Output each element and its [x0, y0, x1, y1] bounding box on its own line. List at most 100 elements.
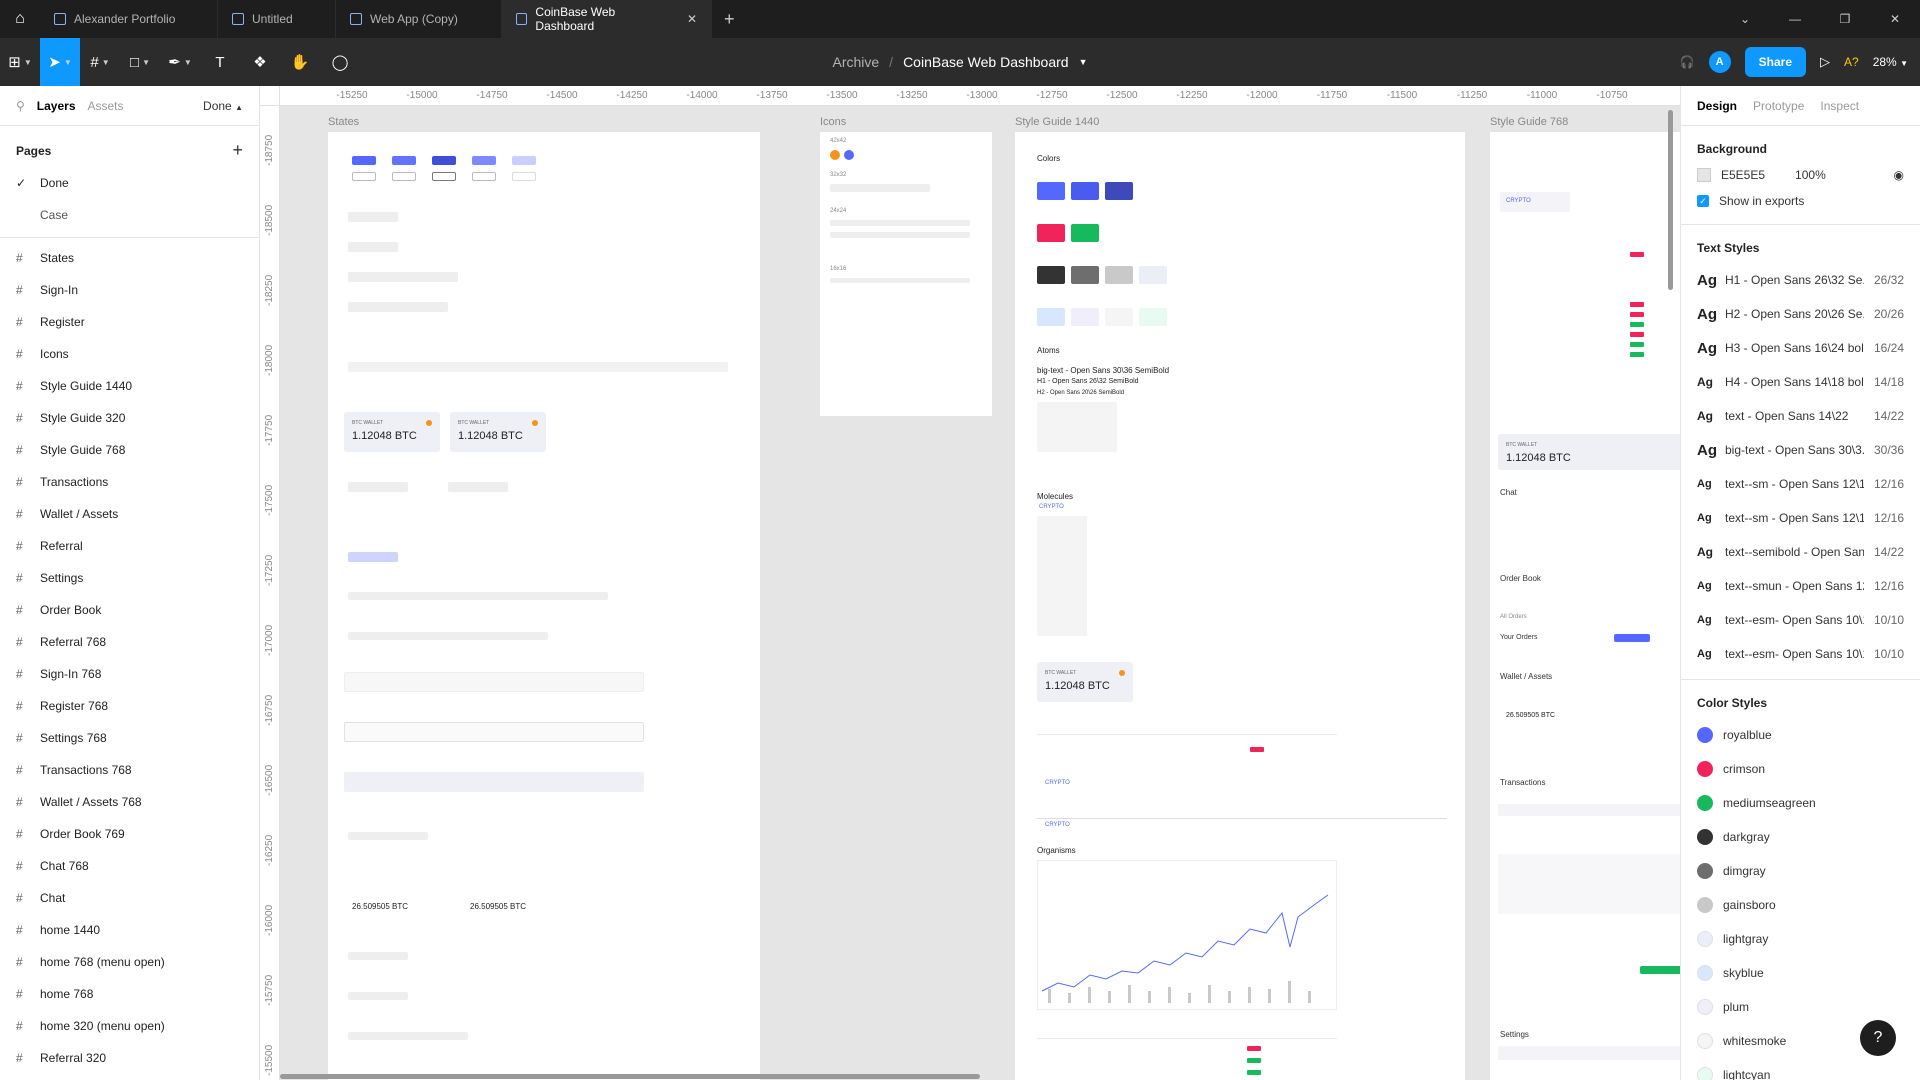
tab-assets[interactable]: Assets [88, 99, 124, 113]
frame-list-item[interactable]: # Register [0, 306, 259, 338]
breadcrumb-file[interactable]: CoinBase Web Dashboard [903, 54, 1069, 70]
frame-list-item[interactable]: # Style Guide 1440 [0, 370, 259, 402]
share-button[interactable]: Share [1744, 47, 1807, 77]
accessibility-badge[interactable]: A? [1844, 55, 1859, 69]
breadcrumb-project[interactable]: Archive [832, 54, 879, 70]
close-icon[interactable]: ✕ [687, 12, 697, 26]
tab-layers[interactable]: Layers [37, 99, 76, 113]
show-in-exports-row[interactable]: ✓ Show in exports [1681, 186, 1920, 225]
design-canvas[interactable]: States BTC WALLET 1.12048 BTC BTC WALLET… [280, 106, 1680, 1080]
comment-tool-button[interactable]: ◯ [320, 38, 360, 86]
headphones-icon[interactable]: 🎧 [1680, 55, 1695, 69]
frame-list-item[interactable]: # Chat 768 [0, 850, 259, 882]
done-dropdown[interactable]: Done ▲ [203, 99, 243, 113]
page-item-done[interactable]: ✓ Done [0, 167, 259, 199]
color-style-item[interactable]: royalblue [1681, 718, 1920, 752]
frame-icons[interactable]: 42x42 32x32 24x24 16x16 [820, 132, 992, 416]
color-style-item[interactable]: skyblue [1681, 956, 1920, 990]
frame-list-item[interactable]: # Referral 768 [0, 626, 259, 658]
pen-tool-button[interactable]: ✒ ▼ [160, 38, 200, 86]
move-tool-button[interactable]: ➤ ▼ [40, 38, 80, 86]
background-opacity-input[interactable]: 100% [1795, 168, 1826, 182]
vertical-scrollbar[interactable] [1668, 110, 1676, 290]
frame-list-item[interactable]: # Icons [0, 338, 259, 370]
text-style-item[interactable]: Ag text--sm - Open Sans 12\1... 12/16 [1681, 501, 1920, 535]
main-menu-button[interactable]: ⊞ ▼ [0, 38, 40, 86]
restore-icon[interactable]: ❐ [1820, 0, 1870, 38]
text-style-item[interactable]: Ag H4 - Open Sans 14\18 bold 14/18 [1681, 365, 1920, 399]
background-swatch[interactable] [1697, 168, 1711, 182]
frame-states[interactable]: BTC WALLET 1.12048 BTC BTC WALLET 1.1204… [328, 132, 760, 1080]
close-window-icon[interactable]: ✕ [1870, 0, 1920, 38]
avatar[interactable]: A [1708, 51, 1731, 73]
horizontal-scrollbar[interactable] [280, 1072, 980, 1080]
frame-list-item[interactable]: # home 320 (menu open) [0, 1010, 259, 1042]
add-page-icon[interactable]: + [232, 140, 243, 161]
frame-list-item[interactable]: # Style Guide 320 [0, 402, 259, 434]
minimize-icon[interactable]: — [1770, 0, 1820, 38]
frame-list-item[interactable]: # Chat [0, 882, 259, 914]
color-style-item[interactable]: crimson [1681, 752, 1920, 786]
text-style-item[interactable]: Ag text--esm- Open Sans 10\1... 10/10 [1681, 603, 1920, 637]
scrollbar-thumb[interactable] [280, 1074, 980, 1079]
shape-tool-button[interactable]: □ ▼ [120, 38, 160, 86]
home-icon[interactable]: ⌂ [0, 0, 40, 38]
frame-list-item[interactable]: # Transactions 768 [0, 754, 259, 786]
tab-alexander-portfolio[interactable]: Alexander Portfolio [40, 0, 218, 38]
frame-title-states[interactable]: States [328, 116, 359, 128]
frame-list-item[interactable]: # home 768 (menu open) [0, 946, 259, 978]
frame-style-guide-1440[interactable]: Colors Atoms big-text - Open Sans 30\36 … [1015, 132, 1465, 1080]
frame-list-item[interactable]: # Referral 320 [0, 1042, 259, 1074]
color-style-item[interactable]: mediumseagreen [1681, 786, 1920, 820]
tab-inspect[interactable]: Inspect [1820, 99, 1859, 113]
hand-tool-button[interactable]: ✋ [280, 38, 320, 86]
components-button[interactable]: ❖ [240, 38, 280, 86]
present-icon[interactable]: ▷ [1820, 54, 1830, 70]
tab-coinbase-web-dashboard[interactable]: CoinBase Web Dashboard ✕ [502, 0, 712, 38]
frame-list-item[interactable]: # States [0, 242, 259, 274]
text-style-item[interactable]: Ag text--esm- Open Sans 10\10 10/10 [1681, 637, 1920, 671]
frame-list-item[interactable]: # Sign-In 768 [0, 658, 259, 690]
tab-prototype[interactable]: Prototype [1753, 99, 1804, 113]
frame-list-item[interactable]: # Register 768 [0, 690, 259, 722]
show-in-exports-checkbox[interactable]: ✓ [1697, 195, 1709, 207]
text-style-item[interactable]: Ag text - Open Sans 14\22 14/22 [1681, 399, 1920, 433]
frame-list-item[interactable]: # Sign-In [0, 274, 259, 306]
color-style-item[interactable]: dimgray [1681, 854, 1920, 888]
color-style-item[interactable]: darkgray [1681, 820, 1920, 854]
frame-list-item[interactable]: # Order Book 769 [0, 818, 259, 850]
frame-list-item[interactable]: # home 1440 [0, 914, 259, 946]
frame-list-item[interactable]: # Order Book [0, 594, 259, 626]
frame-list-item[interactable]: # Style Guide 768 [0, 434, 259, 466]
tab-untitled[interactable]: Untitled [218, 0, 336, 38]
text-style-item[interactable]: Ag text--smun - Open Sans 12... 12/16 [1681, 569, 1920, 603]
text-style-item[interactable]: Ag text--sm - Open Sans 12\16 12/16 [1681, 467, 1920, 501]
text-style-item[interactable]: Ag H1 - Open Sans 26\32 Se... 26/32 [1681, 263, 1920, 297]
add-tab-icon[interactable]: + [712, 9, 747, 30]
chevron-down-icon[interactable]: ▼ [1079, 57, 1088, 67]
text-style-item[interactable]: Ag text--semibold - Open San... 14/22 [1681, 535, 1920, 569]
frame-list-item[interactable]: # Transactions [0, 466, 259, 498]
tab-design[interactable]: Design [1697, 99, 1737, 113]
color-style-item[interactable]: lightgray [1681, 922, 1920, 956]
zoom-dropdown[interactable]: 28% ▼ [1873, 55, 1908, 69]
color-style-item[interactable]: plum [1681, 990, 1920, 1024]
text-tool-button[interactable]: T [200, 38, 240, 86]
frame-title-style-guide-1440[interactable]: Style Guide 1440 [1015, 116, 1099, 128]
frame-tool-button[interactable]: # ▼ [80, 38, 120, 86]
frame-title-icons[interactable]: Icons [820, 116, 846, 128]
eye-icon[interactable]: ◉ [1894, 168, 1904, 182]
color-style-item[interactable]: gainsboro [1681, 888, 1920, 922]
frame-list-item[interactable]: # home 768 [0, 978, 259, 1010]
frame-list-item[interactable]: # Settings 768 [0, 722, 259, 754]
text-style-item[interactable]: Ag H3 - Open Sans 16\24 bold 16/24 [1681, 331, 1920, 365]
scrollbar-thumb[interactable] [1668, 110, 1673, 290]
text-style-item[interactable]: Ag big-text - Open Sans 30\3... 30/36 [1681, 433, 1920, 467]
tab-web-app-copy[interactable]: Web App (Copy) [336, 0, 502, 38]
page-item-case[interactable]: Case [0, 199, 259, 231]
frame-list-item[interactable]: # Referral [0, 530, 259, 562]
help-button[interactable]: ? [1860, 1020, 1896, 1056]
text-style-item[interactable]: Ag H2 - Open Sans 20\26 Se... 20/26 [1681, 297, 1920, 331]
chevron-down-icon[interactable]: ⌄ [1720, 0, 1770, 38]
frame-style-guide-768[interactable]: CRYPTO BTC WALLET 1.12048 BTC Chat Order… [1490, 132, 1680, 1080]
